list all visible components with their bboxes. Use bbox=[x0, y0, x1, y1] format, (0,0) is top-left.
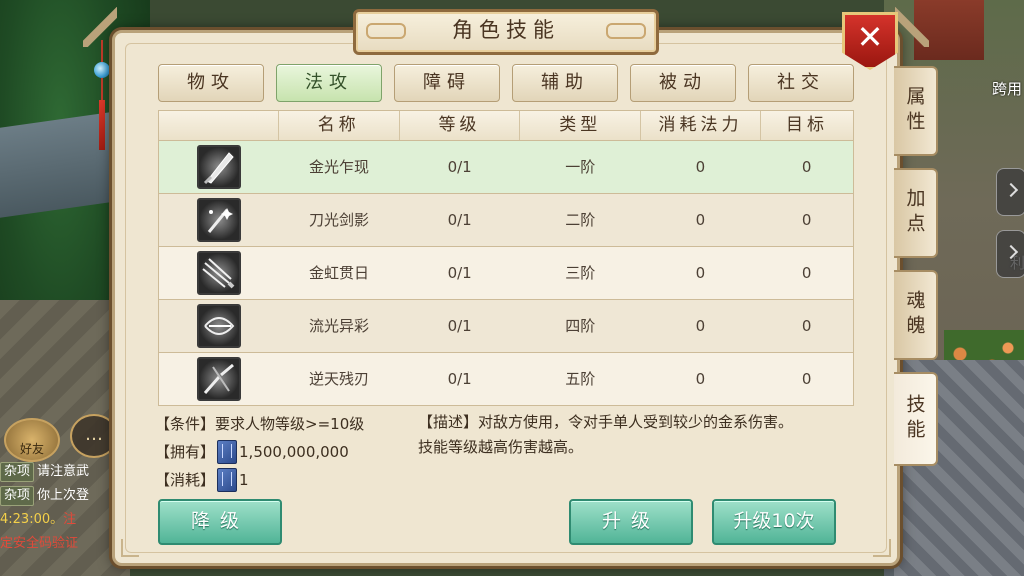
chat-line: 定安全码验证 bbox=[0, 536, 79, 551]
chat-line: 4:23:00。注 bbox=[0, 512, 77, 527]
upgrade-button[interactable]: 升级 bbox=[569, 499, 693, 545]
upgrade-10-button[interactable]: 升级10次 bbox=[712, 499, 836, 545]
cost-line: 【消耗】 1 bbox=[155, 466, 415, 494]
table-row[interactable]: 流光异彩 0/1 四阶 0 0 bbox=[158, 300, 854, 353]
header-type: 类型 bbox=[520, 111, 642, 140]
scroll-up-control[interactable] bbox=[996, 168, 1024, 216]
chat-tag: 杂项 bbox=[0, 462, 35, 482]
friend-button[interactable]: 好友 bbox=[4, 418, 60, 462]
skill-requirements: 【条件】 要求人物等级>=10级 【拥有】 1,500,000,000 【消耗】 1 bbox=[155, 410, 415, 494]
skill-table: 名称 等级 类型 消耗法力 目标 金光乍现 0/1 一阶 0 0 刀光剑影 0/… bbox=[158, 110, 854, 406]
title-plaque: 角色技能 bbox=[353, 9, 659, 55]
tab-support[interactable]: 辅助 bbox=[512, 64, 618, 102]
sparkling-sword-skill-icon bbox=[196, 198, 241, 242]
table-header: 名称 等级 类型 消耗法力 目标 bbox=[158, 110, 854, 141]
condition-line: 【条件】 要求人物等级>=10级 bbox=[155, 415, 365, 433]
side-tabs: 属性 加点 魂魄 技能 bbox=[894, 66, 940, 478]
side-tab-attributes[interactable]: 属性 bbox=[894, 66, 938, 156]
streaming-light-skill-icon bbox=[196, 304, 241, 348]
broken-blade-skill-icon bbox=[196, 357, 241, 401]
header-name: 名称 bbox=[279, 111, 400, 140]
table-row[interactable]: 金虹贯日 0/1 三阶 0 0 bbox=[158, 247, 854, 300]
skill-book-icon bbox=[217, 440, 238, 464]
tab-social[interactable]: 社交 bbox=[748, 64, 854, 102]
skill-panel: 角色技能 物攻 法攻 障碍 辅助 被动 社交 名称 等级 类型 消耗法力 目标 … bbox=[83, 7, 929, 566]
chat-panel[interactable]: 杂项 请注意武 杂项 你上次登 4:23:00。注 定安全码验证 bbox=[0, 460, 118, 556]
owned-line: 【拥有】 1,500,000,000 bbox=[155, 438, 415, 466]
tab-obstacle[interactable]: 障碍 bbox=[394, 64, 500, 102]
header-level: 等级 bbox=[400, 111, 521, 140]
table-row[interactable]: 逆天残刃 0/1 五阶 0 0 bbox=[158, 353, 854, 406]
skill-category-tabs: 物攻 法攻 障碍 辅助 被动 社交 bbox=[158, 64, 854, 102]
downgrade-button[interactable]: 降级 bbox=[158, 499, 282, 545]
side-tab-soul[interactable]: 魂魄 bbox=[894, 270, 938, 360]
tab-passive[interactable]: 被动 bbox=[630, 64, 736, 102]
table-row[interactable]: 金光乍现 0/1 一阶 0 0 bbox=[158, 141, 854, 194]
table-row[interactable]: 刀光剑影 0/1 二阶 0 0 bbox=[158, 194, 854, 247]
skill-book-icon bbox=[217, 468, 238, 492]
pendant-ornament bbox=[94, 40, 110, 150]
side-tab-skills[interactable]: 技能 bbox=[894, 372, 938, 466]
rainbow-sword-skill-icon bbox=[196, 251, 241, 295]
panel-title: 角色技能 bbox=[452, 18, 560, 42]
header-icon bbox=[159, 111, 279, 140]
skill-description: 【描述】对敌方使用，令对手单人受到较少的金系伤害。 技能等级越高伤害越高。 bbox=[418, 413, 794, 456]
chat-line: 杂项 请注意武 bbox=[0, 460, 118, 484]
tab-physical-attack[interactable]: 物攻 bbox=[158, 64, 264, 102]
side-tab-add-points[interactable]: 加点 bbox=[894, 168, 938, 258]
golden-blade-skill-icon bbox=[196, 145, 241, 189]
chat-line: 杂项 你上次登 bbox=[0, 484, 118, 508]
header-target: 目标 bbox=[785, 115, 828, 135]
header-mana: 消耗法力 bbox=[641, 111, 761, 140]
scroll-down-control[interactable] bbox=[996, 230, 1024, 278]
chat-bubble-icon[interactable]: … bbox=[70, 414, 118, 458]
map-label-top: 跨用 bbox=[992, 80, 1023, 98]
tab-magic-attack[interactable]: 法攻 bbox=[276, 64, 382, 102]
chat-tag: 杂项 bbox=[0, 486, 35, 506]
owned-value: 1,500,000,000 bbox=[239, 443, 349, 461]
cost-value: 1 bbox=[239, 471, 249, 489]
